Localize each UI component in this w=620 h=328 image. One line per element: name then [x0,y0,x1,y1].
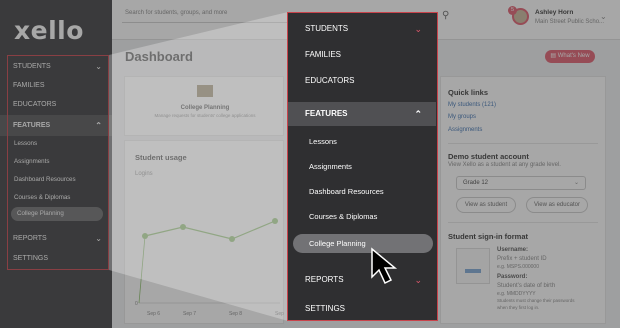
chevron-down-icon: ⌄ [414,275,422,285]
zoom-item-label: FEATURES [305,109,348,118]
zoom-item-families[interactable]: FAMILIES [288,44,436,66]
zoom-item-features[interactable]: FEATURES ⌃ [288,102,436,126]
mouse-cursor-icon [371,247,398,285]
screenshot: { "brand": {"logo_text": "xello"}, "side… [0,0,620,328]
chevron-up-icon: ⌃ [414,109,422,119]
zoom-item-label: EDUCATORS [305,76,355,85]
zoom-item-students[interactable]: STUDENTS ⌄ [288,18,436,40]
zoom-item-label: SETTINGS [305,304,346,313]
cursor-arrow [371,247,398,285]
zoom-item-reports[interactable]: REPORTS ⌄ [288,269,436,291]
zoom-subitem-courses-diplomas[interactable]: Courses & Diplomas [288,206,436,228]
zoom-subitem-college-planning[interactable]: College Planning [293,234,433,253]
zoom-subitem-dashboard-resources[interactable]: Dashboard Resources [288,181,436,203]
chevron-down-icon: ⌄ [414,24,422,34]
zoomed-sidebar: STUDENTS ⌄ FAMILIES EDUCATORS FEATURES ⌃ L… [287,12,438,321]
zoom-item-label: FAMILIES [305,50,342,59]
zoom-beam-shape [109,12,288,321]
zoom-subitem-lessons[interactable]: Lessons [288,131,436,153]
zoom-item-label: STUDENTS [305,24,349,33]
zoom-item-label: REPORTS [305,275,344,284]
zoom-item-educators[interactable]: EDUCATORS [288,70,436,92]
zoom-subitem-assignments[interactable]: Assignments [288,156,436,178]
zoom-item-settings[interactable]: SETTINGS [288,298,436,320]
